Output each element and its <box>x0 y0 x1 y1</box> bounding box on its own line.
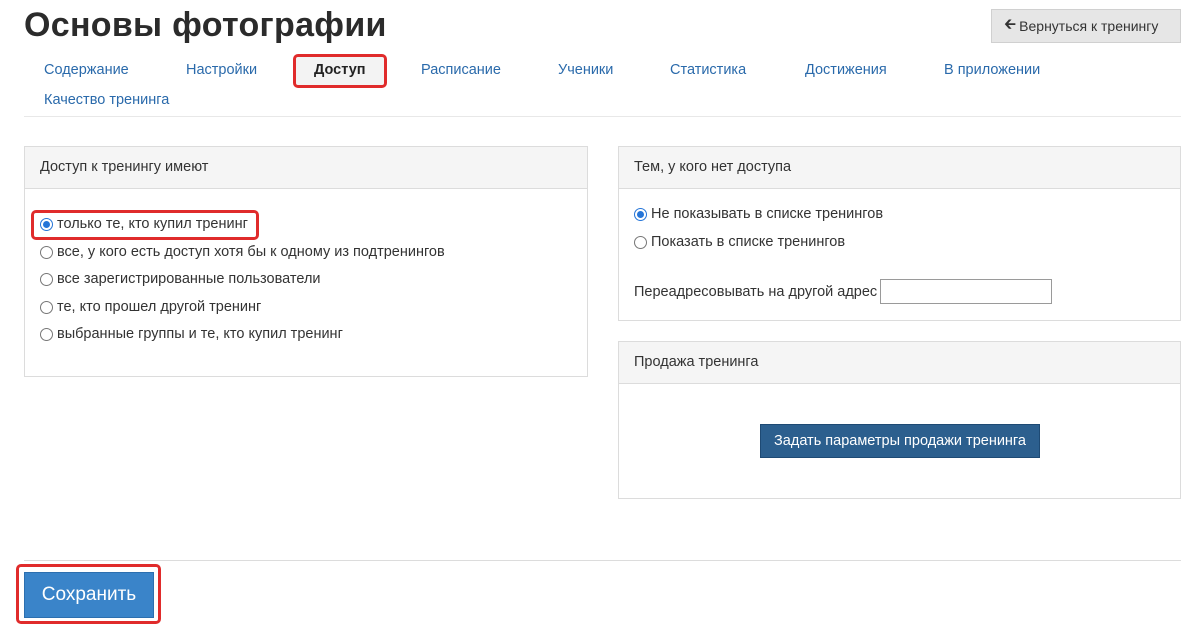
arrow-left-icon: 🡰 <box>1004 15 1017 33</box>
tab-training-quality[interactable]: Качество тренинга <box>44 89 169 111</box>
page-title: Основы фотографии <box>24 6 387 44</box>
save-button[interactable]: Сохранить <box>24 572 154 618</box>
radio-button[interactable] <box>40 272 53 286</box>
access-panel: Доступ к тренингу имеют <box>24 146 588 377</box>
tabs-divider <box>24 116 1181 117</box>
no-access-option-hide[interactable]: Не показывать в списке тренингов <box>634 206 883 222</box>
footer-divider <box>24 560 1181 561</box>
tab-content[interactable]: Содержание <box>44 59 129 81</box>
tab-in-app[interactable]: В приложении <box>944 59 1040 81</box>
access-option-registered[interactable]: все зарегистрированные пользователи <box>40 271 321 287</box>
tab-access[interactable]: Доступ <box>314 59 366 81</box>
access-option-other-training[interactable]: те, кто прошел другой тренинг <box>40 299 261 315</box>
access-option-label: те, кто прошел другой тренинг <box>57 299 262 315</box>
access-option-label: выбранные группы и те, кто купил тренинг <box>57 326 343 342</box>
access-option-label: все, у кого есть доступ хотя бы к одному… <box>57 244 445 260</box>
sale-panel: Продажа тренинга <box>618 341 1181 499</box>
tab-statistics[interactable]: Статистика <box>670 59 746 81</box>
no-access-option-label: Не показывать в списке тренингов <box>651 206 884 222</box>
access-option-label: только те, кто купил тренинг <box>57 216 248 232</box>
access-option-label: все зарегистрированные пользователи <box>57 271 321 287</box>
access-option-groups[interactable]: выбранные группы и те, кто купил тренинг <box>40 326 343 342</box>
redirect-label: Переадресовывать на другой адрес <box>634 284 878 300</box>
tab-achievements[interactable]: Достижения <box>805 59 887 81</box>
back-to-training-button[interactable]: 🡰 Вернуться к тренингу <box>991 9 1181 43</box>
sale-settings-button[interactable]: Задать параметры продажи тренинга <box>760 424 1040 458</box>
radio-button[interactable] <box>40 245 53 259</box>
no-access-option-label: Показать в списке тренингов <box>651 234 846 250</box>
no-access-panel-title: Тем, у кого нет доступа <box>619 147 1180 189</box>
back-button-label: Вернуться к тренингу <box>1019 18 1159 34</box>
tab-schedule[interactable]: Расписание <box>421 59 501 81</box>
access-option-purchased[interactable]: только те, кто купил тренинг <box>40 216 248 232</box>
radio-button[interactable] <box>40 300 53 314</box>
redirect-url-input[interactable] <box>880 279 1052 304</box>
tab-students[interactable]: Ученики <box>558 59 613 81</box>
radio-button[interactable] <box>634 235 647 249</box>
no-access-option-show[interactable]: Показать в списке тренингов <box>634 234 845 250</box>
tab-settings[interactable]: Настройки <box>186 59 257 81</box>
access-option-subtrainings[interactable]: все, у кого есть доступ хотя бы к одному… <box>40 244 445 260</box>
radio-button[interactable] <box>40 327 53 341</box>
radio-button[interactable] <box>40 217 53 231</box>
access-panel-title: Доступ к тренингу имеют <box>25 147 587 189</box>
radio-button[interactable] <box>634 207 647 221</box>
sale-panel-title: Продажа тренинга <box>619 342 1180 384</box>
